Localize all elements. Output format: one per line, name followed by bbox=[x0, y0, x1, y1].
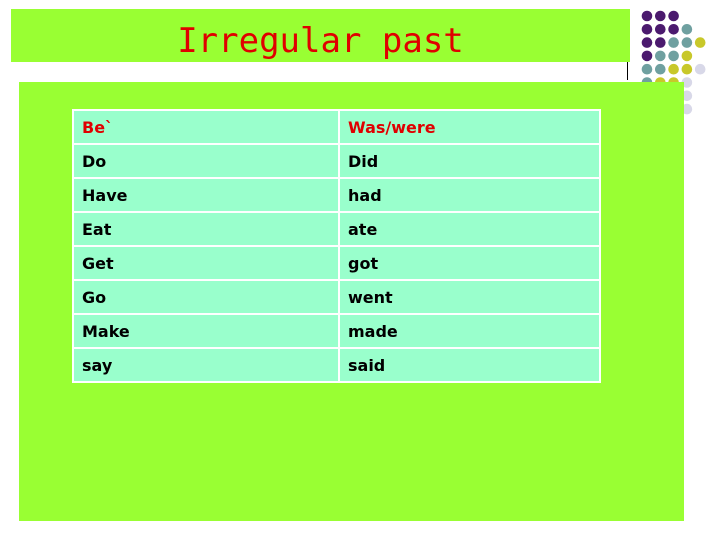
base-form-cell: Get bbox=[72, 245, 340, 281]
table-row: Get got bbox=[72, 245, 601, 281]
past-form-cell: went bbox=[338, 279, 601, 315]
header-cell-base: Be` bbox=[72, 109, 340, 145]
base-form-cell: Eat bbox=[72, 211, 340, 247]
past-form-cell: Did bbox=[338, 143, 601, 179]
divider-line bbox=[627, 62, 628, 80]
past-form-cell: had bbox=[338, 177, 601, 213]
decorative-dot bbox=[668, 24, 679, 35]
decorative-dot bbox=[668, 10, 679, 22]
decorative-dot bbox=[641, 10, 653, 22]
decorative-dot bbox=[655, 63, 666, 75]
decorative-dot bbox=[641, 63, 653, 75]
decorative-dot bbox=[681, 50, 693, 62]
decorative-dot bbox=[655, 24, 666, 35]
decorative-dot bbox=[668, 63, 679, 75]
table-row: Have had bbox=[72, 177, 601, 213]
decorative-dot bbox=[655, 37, 666, 48]
decorative-dot bbox=[694, 63, 706, 75]
base-form-cell: Make bbox=[72, 313, 340, 349]
decorative-dot bbox=[641, 50, 653, 62]
decorative-dot bbox=[655, 10, 666, 22]
base-form-cell: Do bbox=[72, 143, 340, 179]
decorative-dot bbox=[668, 50, 679, 62]
title-bar: Irregular past bbox=[11, 9, 630, 62]
header-cell-past: Was/were bbox=[338, 109, 601, 145]
table-header-row: Be` Was/were bbox=[72, 109, 601, 145]
past-form-cell: ate bbox=[338, 211, 601, 247]
base-form-cell: Have bbox=[72, 177, 340, 213]
table-row: Go went bbox=[72, 279, 601, 315]
base-form-cell: Go bbox=[72, 279, 340, 315]
slide-title: Irregular past bbox=[177, 21, 464, 61]
decorative-dot bbox=[681, 24, 693, 35]
verb-table: Be` Was/were Do Did Have had Eat ate Get got Go w… bbox=[72, 109, 601, 383]
past-form-cell: made bbox=[338, 313, 601, 349]
decorative-dot bbox=[668, 37, 679, 48]
decorative-dot bbox=[694, 37, 706, 48]
decorative-dot bbox=[681, 63, 693, 75]
decorative-dot bbox=[641, 37, 653, 48]
decorative-dot bbox=[681, 37, 693, 48]
table-row: Make made bbox=[72, 313, 601, 349]
past-form-cell: said bbox=[338, 347, 601, 383]
decorative-dot bbox=[641, 24, 653, 35]
table-row: Do Did bbox=[72, 143, 601, 179]
table-row: say said bbox=[72, 347, 601, 383]
table-row: Eat ate bbox=[72, 211, 601, 247]
past-form-cell: got bbox=[338, 245, 601, 281]
decorative-dot bbox=[655, 50, 666, 62]
base-form-cell: say bbox=[72, 347, 340, 383]
